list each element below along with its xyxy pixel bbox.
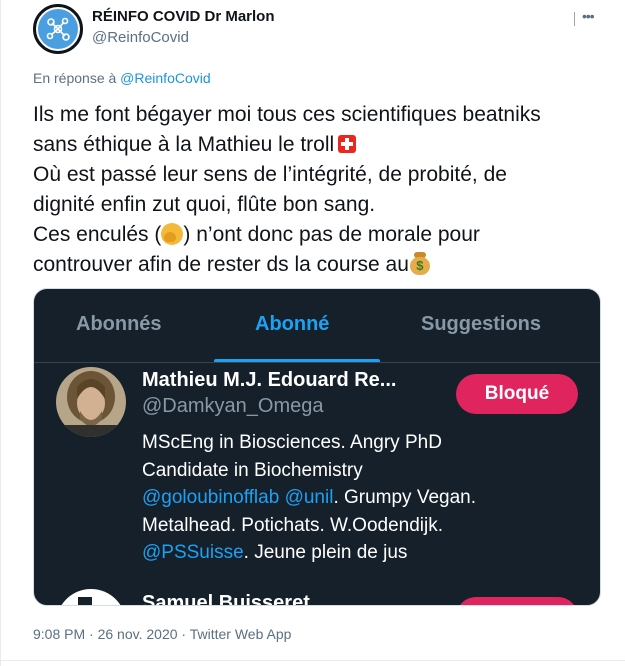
reply-handle-link[interactable]: @ReinfoCovid [120, 70, 210, 86]
user-handle: @Damkyan_Omega [142, 395, 324, 417]
bio-line: MScEng in Biosciences. Angry PhD [142, 432, 442, 453]
tweet-line: sans éthique à la Mathieu le troll [33, 130, 613, 160]
tweet-line: controuver afin de rester ds la course a… [33, 250, 613, 280]
reply-context: En réponse à @ReinfoCovid [33, 70, 211, 86]
bio-line: Metalhead. Potichats. W.Oodendijk. [142, 514, 443, 536]
tweet-line-text: Ces enculés ( [33, 223, 162, 246]
separator: · [85, 626, 98, 642]
tweet-line: dignité enfin zut quoi, flûte bon sang. [33, 193, 376, 216]
separator: · [177, 626, 190, 642]
tab-abonne[interactable]: Abonné [255, 313, 329, 336]
tab-suggestions[interactable]: Suggestions [421, 313, 541, 336]
header-divider [574, 12, 575, 26]
mention-link[interactable]: @PSSuisse [142, 542, 244, 563]
tweet-line: Ils me font bégayer moi tous ces scienti… [33, 103, 541, 126]
money-bag-icon [409, 252, 431, 276]
tweet-timestamp: 9:08 PM · 26 nov. 2020 · Twitter Web App [33, 626, 291, 642]
tab-abonnes[interactable]: Abonnés [76, 313, 162, 336]
tweet-date[interactable]: 26 nov. 2020 [98, 626, 178, 642]
next-user-avatar[interactable] [56, 589, 126, 605]
user-bio: MScEng in Biosciences. Angry PhD Candida… [142, 429, 592, 567]
bio-line: Candidate in Biochemistry [142, 459, 363, 481]
author-avatar[interactable] [33, 4, 83, 54]
reply-prefix: En réponse à [33, 70, 121, 86]
user-name[interactable]: Mathieu M.J. Edouard Re... [142, 369, 396, 392]
next-user-button[interactable] [456, 597, 578, 605]
tweet-text: Ils me font bégayer moi tous ces scienti… [33, 100, 613, 280]
molecule-icon [38, 9, 78, 49]
tweet-source[interactable]: Twitter Web App [190, 626, 292, 642]
user-avatar[interactable] [56, 367, 126, 437]
bio-line: @PSSuisse. Jeune plein de jus [142, 539, 592, 567]
tweet-line: Où est passé leur sens de l’intégrité, d… [33, 163, 507, 186]
tweet-time[interactable]: 9:08 PM [33, 626, 85, 642]
tweet-line: Ces enculés ( ) n’ont donc pas de morale … [33, 220, 613, 250]
mention-link[interactable]: @unil [285, 487, 334, 508]
profile-tabs: Abonnés Abonné Suggestions [34, 289, 600, 363]
tweet-line-text: ) n’ont donc pas de morale pour [183, 223, 480, 246]
blocked-button[interactable]: Bloqué [456, 374, 578, 414]
bottom-border [0, 660, 625, 661]
bio-text: . Grumpy Vegan. [333, 487, 477, 508]
tweet-line-text: sans éthique à la Mathieu le troll [33, 133, 335, 156]
mention-link[interactable]: @goloubinofflab [142, 487, 279, 508]
swiss-flag-icon [338, 135, 357, 153]
face-hand-over-mouth-icon [161, 223, 184, 245]
more-options-icon[interactable]: ••• [582, 6, 602, 26]
tabs-divider [34, 362, 600, 363]
bio-line: @goloubinofflab @unil. Grumpy Vegan. [142, 484, 592, 512]
next-user-name[interactable]: Samuel Buisseret [142, 592, 310, 605]
left-border [0, 0, 1, 666]
tweet-line-text: controuver afin de rester ds la course a… [33, 253, 409, 276]
embedded-screenshot[interactable]: Abonnés Abonné Suggestions Mathieu M.J. … [33, 288, 601, 606]
author-name[interactable]: RÉINFO COVID Dr Marlon [92, 8, 275, 25]
bio-text: . Jeune plein de jus [243, 542, 408, 563]
author-handle[interactable]: @ReinfoCovid [92, 29, 189, 46]
